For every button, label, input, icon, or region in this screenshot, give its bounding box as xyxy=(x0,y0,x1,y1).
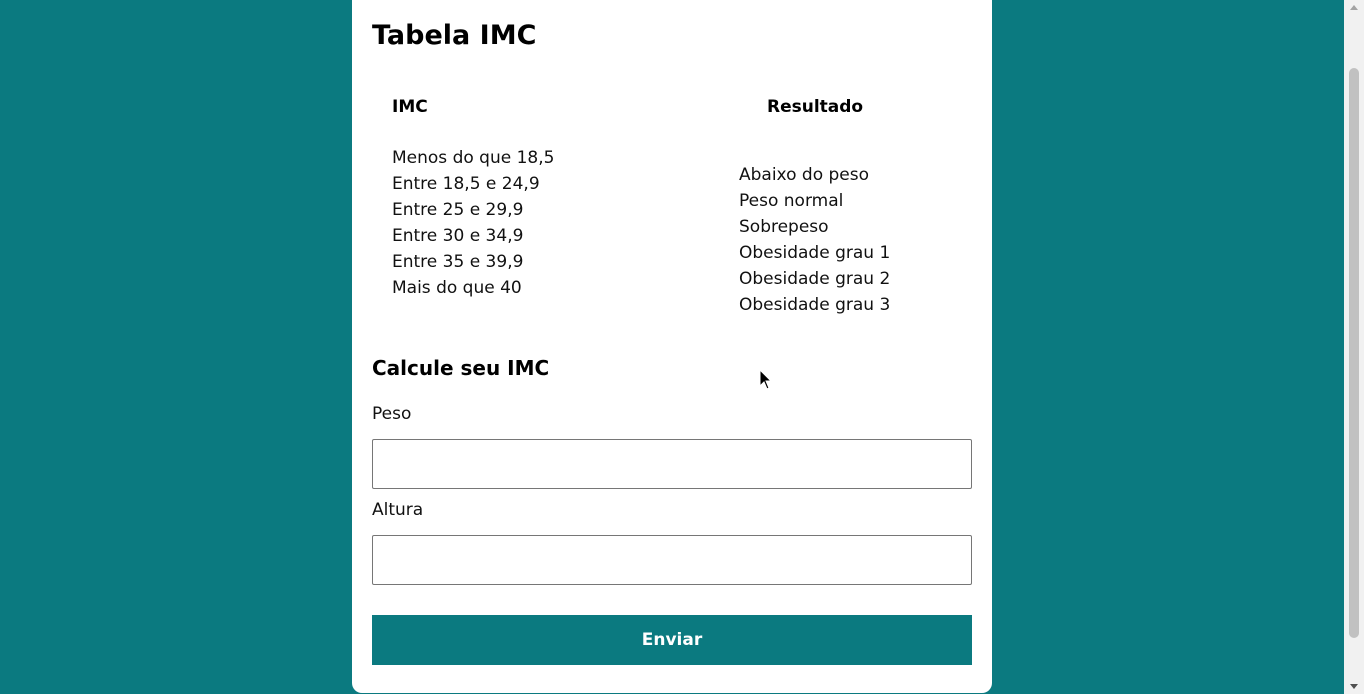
page-title: Tabela IMC xyxy=(372,20,537,51)
imc-result-list: Abaixo do peso Peso normal Sobrepeso Obe… xyxy=(739,162,890,318)
peso-label: Peso xyxy=(372,404,412,424)
imc-card: Tabela IMC IMC Resultado Menos do que 18… xyxy=(352,0,992,693)
table-header-result: Resultado xyxy=(767,97,864,117)
vertical-scrollbar[interactable] xyxy=(1344,0,1364,694)
imc-result-item: Obesidade grau 3 xyxy=(739,295,891,315)
mouse-pointer-icon xyxy=(759,369,773,390)
altura-label: Altura xyxy=(372,500,424,520)
imc-range-list: Menos do que 18,5 Entre 18,5 e 24,9 Entr… xyxy=(392,145,554,301)
imc-result-item: Sobrepeso xyxy=(739,217,829,237)
scrollbar-thumb[interactable] xyxy=(1349,68,1359,638)
imc-range-item: Entre 30 e 34,9 xyxy=(392,226,524,246)
submit-button[interactable]: Enviar xyxy=(372,615,972,665)
imc-range-item: Entre 25 e 29,9 xyxy=(392,200,524,220)
imc-result-item: Obesidade grau 2 xyxy=(739,269,891,289)
form-title: Calcule seu IMC xyxy=(372,356,550,380)
imc-range-item: Entre 18,5 e 24,9 xyxy=(392,174,540,194)
imc-result-item: Abaixo do peso xyxy=(739,165,870,185)
peso-input[interactable] xyxy=(372,439,972,489)
scroll-up-arrow-icon[interactable] xyxy=(1350,5,1358,10)
table-header-imc: IMC xyxy=(392,97,428,117)
altura-input[interactable] xyxy=(372,535,972,585)
scroll-down-arrow-icon[interactable] xyxy=(1350,684,1358,689)
imc-result-item: Obesidade grau 1 xyxy=(739,243,891,263)
imc-range-item: Menos do que 18,5 xyxy=(392,148,555,168)
imc-result-item: Peso normal xyxy=(739,191,844,211)
imc-range-item: Mais do que 40 xyxy=(392,278,522,298)
imc-range-item: Entre 35 e 39,9 xyxy=(392,252,524,272)
